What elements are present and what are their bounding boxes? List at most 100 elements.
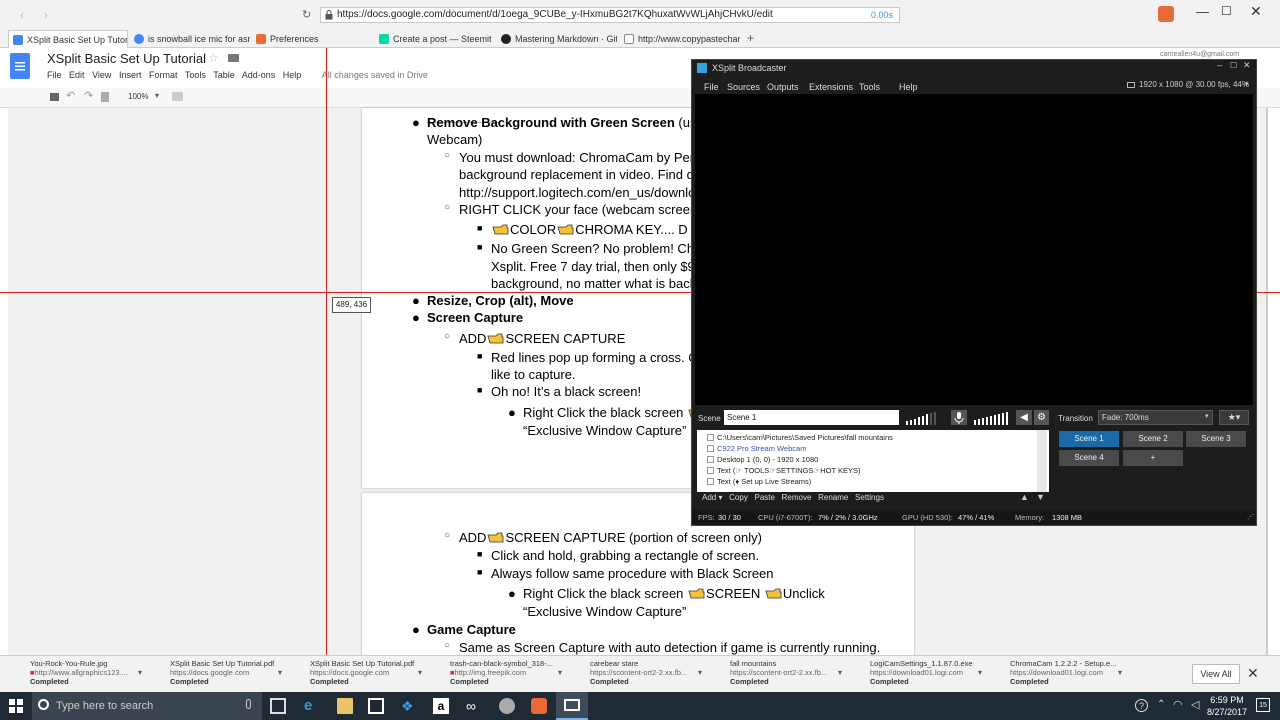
xsplit-minimize-icon[interactable]: – [1217,60,1222,70]
xs-menu-help[interactable]: Help [899,82,918,92]
xsplit-maximize-icon[interactable]: ☐ [1230,61,1237,70]
volume-icon[interactable]: ◁ [1191,698,1199,711]
download-item[interactable]: You-Rock-You-Rule.jpg ■http://www.allgrap… [30,659,162,689]
transition-star-icon[interactable]: ★▾ [1219,410,1249,425]
tab-copypaste[interactable]: http://www.copypastechara [620,30,740,48]
source-checkbox[interactable] [707,478,714,485]
move-up-icon[interactable]: ▲ [1020,492,1029,502]
menu-tools[interactable]: Tools [185,70,206,80]
forward-icon[interactable]: › [44,8,48,22]
xs-menu-outputs[interactable]: Outputs [767,82,799,92]
menu-help[interactable]: Help [283,70,302,80]
preview-area[interactable] [695,94,1253,405]
download-item[interactable]: trash-can-black-symbol_318-... ■http://im… [450,659,582,689]
source-checkbox[interactable] [707,445,714,452]
source-item[interactable]: Text (♦ Set up Live Streams) [707,477,811,486]
task-view-icon[interactable] [270,698,286,714]
chevron-down-icon[interactable]: ▾ [838,668,842,677]
new-tab-icon[interactable]: + [747,31,754,45]
minimize-icon[interactable]: — [1196,4,1209,19]
tab-snowball[interactable]: is snowball ice mic for asmr [130,30,250,48]
menu-addons[interactable]: Add-ons [242,70,276,80]
folder-icon[interactable] [228,54,239,62]
extension-icon[interactable] [1158,6,1174,22]
print-icon[interactable] [50,93,59,101]
tab-xsplit-tutorial[interactable]: XSplit Basic Set Up Tutorial [8,30,128,48]
scene-3-button[interactable]: Scene 3 [1186,431,1246,447]
menu-format[interactable]: Format [149,70,178,80]
chevron-down-icon[interactable]: ▾ [1118,668,1122,677]
chevron-down-icon[interactable]: ▾ [698,668,702,677]
resize-grip-icon[interactable]: ⋰ [1247,510,1254,525]
tab-steemit[interactable]: Create a post — Steemit [375,30,495,48]
menu-table[interactable]: Table [213,70,235,80]
settings-button[interactable]: Settings [855,493,884,502]
paint-format-icon[interactable] [101,92,109,102]
view-all-downloads-button[interactable]: View All [1192,664,1240,684]
source-item[interactable]: C922 Pro Stream Webcam [707,444,806,453]
undo-icon[interactable]: ↶ [66,89,75,102]
clock-date[interactable]: 8/27/2017 [1205,707,1249,717]
download-item[interactable]: fall mountains https://scontent-ort2-2.xx… [730,659,862,689]
chevron-up-icon[interactable]: ⌃ [1157,699,1165,710]
dropbox-icon[interactable]: ❖ [401,698,417,714]
resolution-readout[interactable]: 1920 x 1080 @ 30.00 fps, 44% [1139,80,1249,89]
microphone-icon[interactable] [951,410,967,425]
scrollbar[interactable] [1266,108,1268,655]
paste-button[interactable]: Paste [755,493,775,502]
chevron-down-icon[interactable]: ▾ [278,668,282,677]
back-icon[interactable]: ‹ [20,8,24,22]
star-icon[interactable]: ☆ [208,51,219,65]
download-item[interactable]: XSplit Basic Set Up Tutorial.pdf https://… [170,659,302,689]
document-title[interactable]: XSplit Basic Set Up Tutorial [47,51,206,66]
source-checkbox[interactable] [707,434,714,441]
download-item[interactable]: ChromaCam 1.2.2.2 - Setup.e... https://do… [1010,659,1142,689]
download-item[interactable]: carebear stare https://scontent-ort2-2.xx… [590,659,722,689]
xsplit-window[interactable]: XSplit Broadcaster – ☐ ✕ File Sources Ou… [691,59,1257,526]
move-down-icon[interactable]: ▼ [1036,492,1045,502]
microphone-icon[interactable] [246,699,251,709]
close-downloads-icon[interactable]: ✕ [1247,665,1259,682]
address-bar[interactable]: https://docs.google.com/document/d/1oega… [320,7,900,23]
docs-logo-icon[interactable] [10,53,30,79]
xs-menu-file[interactable]: File [704,82,719,92]
chevron-down-icon[interactable]: ▾ [138,668,142,677]
remove-button[interactable]: Remove [782,493,812,502]
clock-time[interactable]: 6:59 PM [1207,695,1247,705]
chevron-down-icon[interactable]: ▾ [418,668,422,677]
settings-gear-icon[interactable]: ⚙ [1034,410,1049,425]
download-item[interactable]: LogiCamSettings_1.1.87.0.exe https://down… [870,659,1002,689]
zoom-select[interactable]: 100% [128,92,148,101]
xs-menu-sources[interactable]: Sources [727,82,760,92]
speaker-icon[interactable]: ◀ [1016,410,1032,425]
download-item[interactable]: XSplit Basic Set Up Tutorial.pdf https://… [310,659,442,689]
chevron-down-icon[interactable]: ▾ [558,668,562,677]
chevron-down-icon[interactable]: ▾ [1245,80,1249,88]
scene-name-input[interactable]: Scene 1 [724,410,899,425]
xs-menu-tools[interactable]: Tools [859,82,880,92]
rename-button[interactable]: Rename [818,493,848,502]
source-item[interactable]: Desktop 1 (0, 0) - 1920 x 1080 [707,455,818,464]
menu-file[interactable]: File [47,70,62,80]
sources-list[interactable]: C:\Users\carri\Pictures\Saved Pictures\f… [697,430,1049,492]
menu-view[interactable]: View [92,70,111,80]
maximize-icon[interactable]: ☐ [1221,4,1232,18]
tab-markdown[interactable]: Mastering Markdown · GitHub [497,30,617,48]
menu-edit[interactable]: Edit [69,70,85,80]
transition-select[interactable]: Fade: 700ms [1098,410,1213,425]
wifi-icon[interactable]: ◠ [1173,698,1183,711]
reload-icon[interactable]: ↻ [302,8,311,21]
amazon-icon[interactable]: a [433,698,449,714]
source-item[interactable]: C:\Users\carri\Pictures\Saved Pictures\f… [707,433,893,442]
infinity-icon[interactable]: ∞ [466,698,482,714]
tab-preferences[interactable]: Preferences [252,30,372,48]
chevron-down-icon[interactable]: ▾ [978,668,982,677]
brave-icon[interactable] [531,698,547,714]
windows-start-icon[interactable] [8,698,24,714]
notifications-icon[interactable]: 15 [1256,698,1270,712]
source-checkbox[interactable] [707,456,714,463]
copy-button[interactable]: Copy [729,493,748,502]
search-box[interactable]: Type here to search [32,692,262,720]
close-icon[interactable]: ✕ [1250,3,1262,20]
store-icon[interactable] [368,698,384,714]
